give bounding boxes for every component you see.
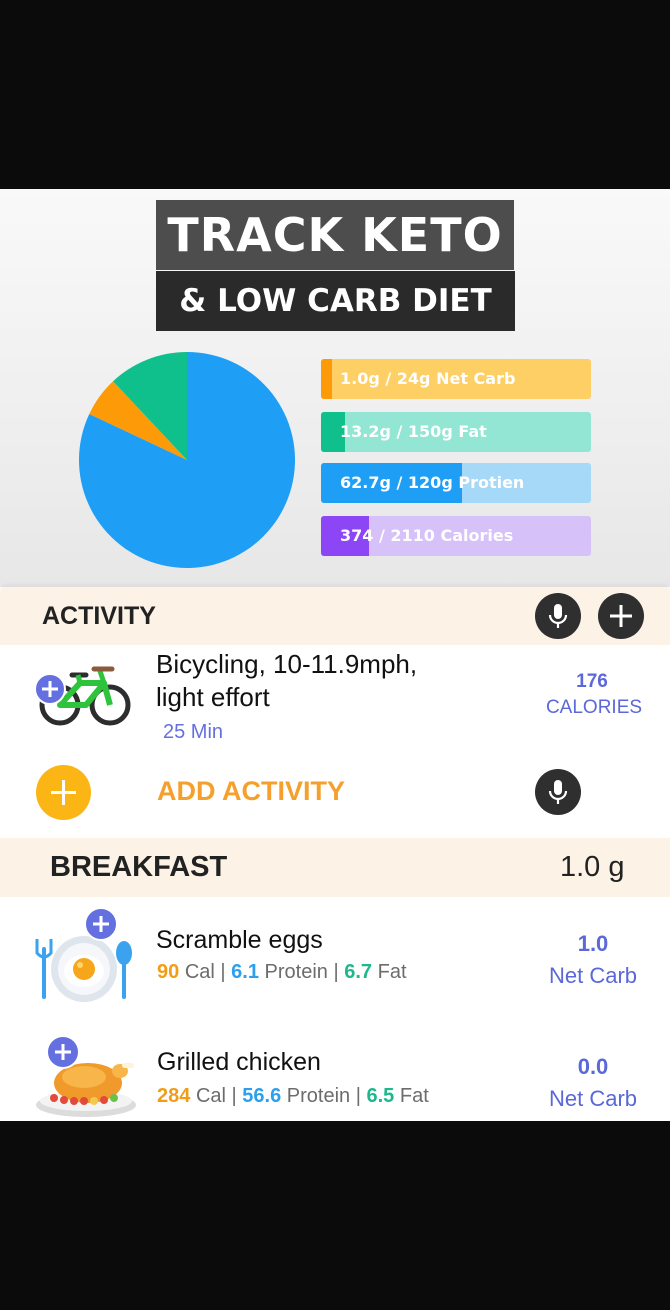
activity-item[interactable]: Bicycling, 10-11.9mph, light effort 25 M…	[0, 645, 670, 755]
activity-duration: 25 Min	[163, 721, 224, 743]
food-name: Scramble eggs	[156, 926, 323, 954]
macro-pie-chart	[79, 352, 296, 568]
food-fat-value: 6.7	[344, 961, 373, 983]
add-badge-icon[interactable]	[84, 907, 118, 941]
net-carb-bar-fill	[321, 359, 333, 399]
hero-title-line2: & LOW CARB DIET	[156, 271, 515, 331]
activity-calories-label: CALORIES	[545, 697, 643, 718]
food-net-carb-value: 0.0	[577, 1054, 609, 1079]
add-badge-icon[interactable]	[46, 1035, 80, 1069]
food-cal-value: 284	[157, 1085, 191, 1107]
food-net-carb-value: 1.0	[577, 931, 609, 956]
app-screen: TRACK KETO & LOW CARB DIET 1.0g / 24g Ne…	[0, 189, 670, 1121]
protein-bar: 62.7g / 120g Protien	[321, 463, 591, 503]
separator: |	[333, 961, 339, 983]
food-protein-value: 56.6	[242, 1085, 282, 1107]
activity-voice-button[interactable]	[535, 593, 581, 639]
plus-icon	[610, 605, 632, 627]
breakfast-header-title: BREAKFAST	[50, 851, 228, 883]
fat-bar-label: 13.2g / 150g Fat	[340, 422, 487, 441]
activity-add-button[interactable]	[598, 593, 644, 639]
food-net-carb-label: Net Carb	[548, 963, 638, 988]
activity-header: ACTIVITY	[0, 587, 670, 645]
activity-header-title: ACTIVITY	[42, 602, 156, 630]
breakfast-total: 1.0 g	[560, 851, 625, 883]
separator: |	[355, 1085, 361, 1107]
protein-bar-label: 62.7g / 120g Protien	[340, 473, 525, 492]
food-macros: 284 Cal | 56.6 Protein | 6.5 Fat	[157, 1085, 429, 1108]
activity-name-line2: light effort	[156, 682, 270, 712]
food-name: Grilled chicken	[157, 1048, 321, 1076]
food-item[interactable]: Grilled chicken 284 Cal | 56.6 Protein |…	[0, 1031, 670, 1121]
separator: |	[231, 1085, 237, 1107]
microphone-icon	[548, 604, 568, 628]
food-cal-unit: Cal	[195, 1085, 226, 1107]
activity-name-line1: Bicycling, 10-11.9mph,	[156, 649, 418, 679]
microphone-icon	[548, 780, 568, 804]
food-protein-value: 6.1	[231, 961, 259, 983]
fat-bar: 13.2g / 150g Fat	[321, 412, 591, 452]
food-cal-value: 90	[157, 961, 180, 983]
breakfast-header: BREAKFAST 1.0 g	[0, 838, 670, 897]
add-activity-button[interactable]	[36, 765, 91, 820]
add-activity-row[interactable]: ADD ACTIVITY	[0, 759, 670, 827]
add-badge-icon[interactable]	[34, 673, 66, 705]
calories-bar-label: 374 / 2110 Calories	[340, 526, 514, 545]
hero-banner: TRACK KETO & LOW CARB DIET 1.0g / 24g Ne…	[0, 189, 670, 587]
plus-icon	[51, 780, 76, 805]
fried-egg-plate-icon	[35, 936, 132, 1002]
hero-title-line1: TRACK KETO	[156, 200, 514, 270]
calories-bar: 374 / 2110 Calories	[321, 516, 591, 556]
food-cal-unit: Cal	[184, 961, 215, 983]
food-fat-unit: Fat	[399, 1085, 429, 1107]
food-fat-value: 6.5	[366, 1085, 395, 1107]
food-item[interactable]: Scramble eggs 90 Cal | 6.1 Protein | 6.7…	[0, 907, 670, 1017]
add-activity-voice-button[interactable]	[535, 769, 581, 815]
food-net-carb-label: Net Carb	[548, 1086, 638, 1111]
add-activity-label[interactable]: ADD ACTIVITY	[157, 776, 345, 807]
separator: |	[220, 961, 226, 983]
food-fat-unit: Fat	[377, 961, 407, 983]
food-protein-unit: Protein	[264, 961, 328, 983]
activity-calories-value: 176	[576, 671, 608, 692]
net-carb-bar: 1.0g / 24g Net Carb	[321, 359, 591, 399]
food-protein-unit: Protein	[286, 1085, 351, 1107]
food-macros: 90 Cal | 6.1 Protein | 6.7 Fat	[157, 961, 407, 984]
net-carb-bar-label: 1.0g / 24g Net Carb	[340, 369, 516, 388]
